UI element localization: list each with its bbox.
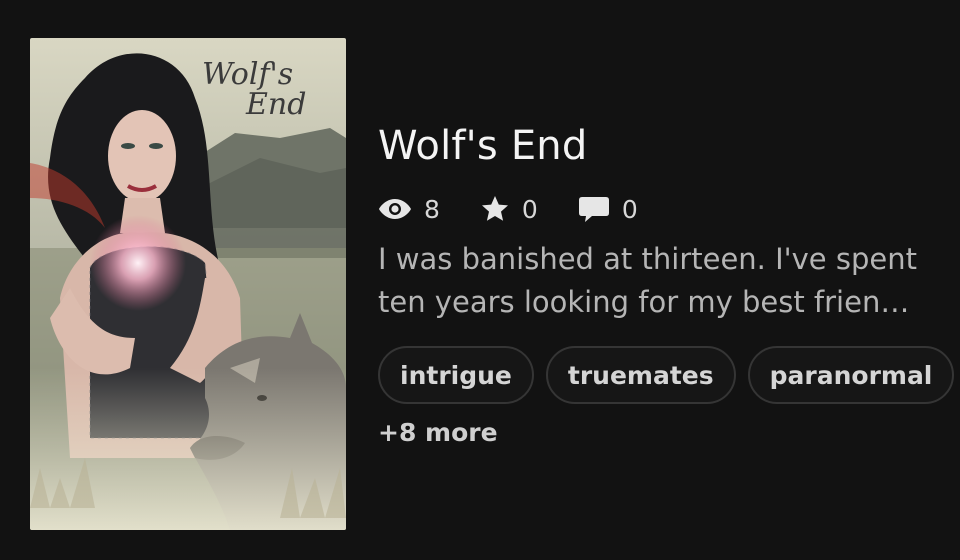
- cover-title-line2: End: [246, 87, 307, 122]
- votes-stat: 0: [480, 194, 538, 224]
- story-title[interactable]: Wolf's End: [378, 118, 938, 174]
- story-description: I was banished at thirteen. I've spent t…: [378, 242, 917, 319]
- tag-list: intrigue truemates paranormal: [378, 346, 955, 404]
- story-info: Wolf's End 8 0 0 I was banished at thirt…: [378, 118, 955, 447]
- cover-title-text: Wolf's End: [202, 60, 332, 120]
- story-card[interactable]: Wolf's End Wolf's End 8 0 0 I was banish…: [0, 0, 960, 560]
- comments-count: 0: [621, 194, 638, 224]
- tag-truemates[interactable]: truemates: [545, 346, 736, 404]
- story-stats: 8 0 0: [378, 192, 938, 226]
- cover-title-line1: Wolf's: [202, 57, 294, 92]
- votes-count: 0: [521, 194, 538, 224]
- comments-stat: 0: [578, 194, 638, 224]
- speech-bubble-icon: [578, 197, 609, 222]
- star-icon: [481, 196, 508, 221]
- eye-icon: [379, 199, 411, 219]
- tag-paranormal[interactable]: paranormal: [747, 346, 955, 404]
- more-tags-link[interactable]: +8 more: [378, 418, 498, 447]
- tag-intrigue[interactable]: intrigue: [378, 346, 534, 404]
- book-cover[interactable]: Wolf's End: [30, 38, 346, 530]
- reads-count: 8: [424, 194, 440, 224]
- reads-stat: 8: [378, 194, 440, 224]
